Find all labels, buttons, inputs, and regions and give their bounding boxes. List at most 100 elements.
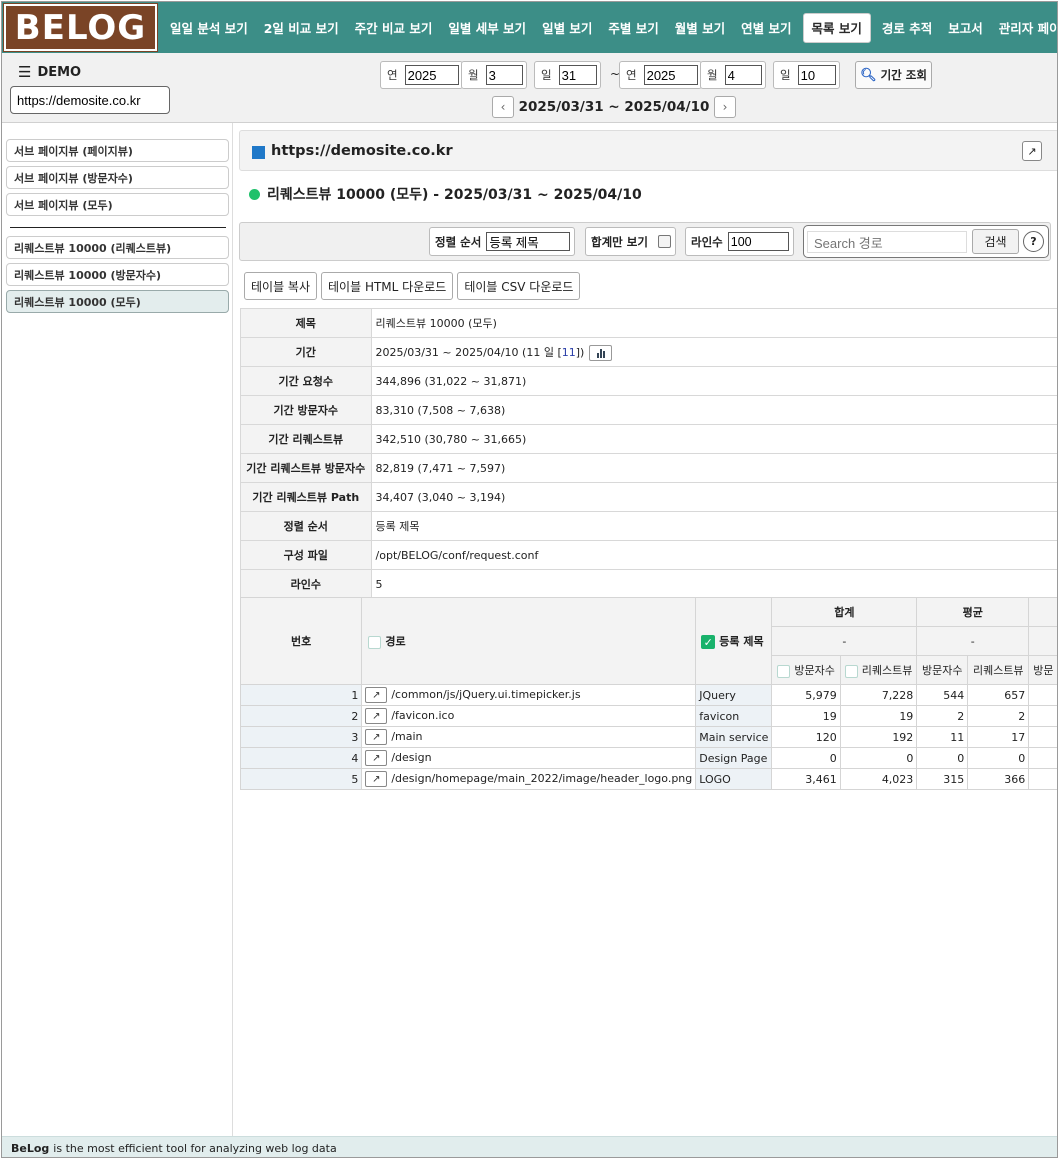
- end-month-input[interactable]: [724, 65, 762, 85]
- info-row: 제목 리퀘스트뷰 10000 (모두): [240, 308, 1057, 338]
- sidebar-item-request-visitors[interactable]: 리퀘스트뷰 10000 (방문자수): [6, 263, 229, 286]
- line-count-label: 라인수: [691, 234, 723, 249]
- period-value-tail: ]): [575, 345, 585, 359]
- col-header-path[interactable]: 경로: [361, 597, 697, 685]
- bar-chart-icon[interactable]: [589, 344, 613, 361]
- sort-order-group: 정렬 순서: [429, 227, 576, 256]
- path-text[interactable]: /main: [391, 730, 422, 743]
- col-header-visitors-cut[interactable]: 방문: [1028, 655, 1057, 685]
- info-value: 344,896 (31,022 ~ 31,871): [370, 366, 1057, 396]
- sort-order-input[interactable]: [486, 232, 571, 251]
- end-year-label: 연: [626, 68, 637, 82]
- table-row[interactable]: 2 ↗/favicon.ico favicon 19 19 2 2: [239, 705, 1057, 727]
- sidebar-item-request-requestview[interactable]: 리퀘스트뷰 10000 (리퀘스트뷰): [6, 236, 229, 259]
- info-key: 구성 파일: [240, 540, 372, 570]
- row-avg-requestviews: 2: [967, 705, 1030, 727]
- col-header-number[interactable]: 번호: [239, 597, 363, 685]
- avg-subheader: -: [916, 626, 1030, 656]
- col-header-avg-requestviews[interactable]: 리퀘스트뷰: [967, 655, 1030, 685]
- sidebar-item-subpage-visitors[interactable]: 서브 페이지뷰 (방문자수): [6, 166, 229, 189]
- totals-only-checkbox[interactable]: [657, 235, 671, 248]
- nav-weekly-compare[interactable]: 주간 비교 보기: [347, 13, 441, 43]
- nav-monthly[interactable]: 월별 보기: [667, 13, 733, 43]
- row-cut-cell: [1028, 768, 1057, 790]
- totals-only-group: 합계만 보기: [585, 227, 676, 256]
- end-year-input[interactable]: [643, 65, 698, 85]
- sidebar-item-request-all[interactable]: 리퀘스트뷰 10000 (모두): [6, 290, 229, 313]
- nav-admin[interactable]: 관리자 페이지: [991, 13, 1057, 43]
- row-sum-visitors: 3,461: [771, 768, 841, 790]
- copy-table-button[interactable]: 테이블 복사: [244, 272, 318, 300]
- nav-yearly[interactable]: 연별 보기: [733, 13, 799, 43]
- row-avg-requestviews: 366: [967, 768, 1030, 790]
- prev-period-button[interactable]: ‹: [492, 96, 514, 118]
- start-year-input[interactable]: [404, 65, 459, 85]
- trend-chart-icon[interactable]: ↗: [365, 687, 388, 703]
- trend-chart-icon[interactable]: ↗: [365, 729, 388, 745]
- site-url-input[interactable]: [10, 86, 170, 114]
- sum-visitors-checkbox[interactable]: [777, 664, 791, 678]
- col-header-sum-visitors[interactable]: 방문자수: [771, 655, 841, 685]
- trend-chart-icon[interactable]: ↗: [365, 708, 388, 724]
- row-avg-visitors: 11: [916, 726, 969, 748]
- sidebar-item-subpage-all[interactable]: 서브 페이지뷰 (모두): [6, 193, 229, 216]
- start-month-label: 월: [468, 68, 479, 82]
- nav-daily-analysis[interactable]: 일일 분석 보기: [162, 13, 256, 43]
- download-html-button[interactable]: 테이블 HTML 다운로드: [321, 272, 454, 300]
- row-avg-requestviews: 657: [967, 684, 1030, 706]
- day-count-link[interactable]: 11: [562, 346, 576, 359]
- nav-daily[interactable]: 일별 보기: [534, 13, 600, 43]
- start-year-label: 연: [387, 68, 398, 82]
- help-button[interactable]: ?: [1023, 231, 1044, 252]
- sum-requestviews-checkbox[interactable]: [844, 664, 858, 678]
- info-value: 5: [370, 569, 1057, 599]
- table-row[interactable]: 3 ↗/main Main service 120 192 11 17: [239, 726, 1057, 748]
- logo-text: BELOG: [14, 7, 147, 48]
- sidebar-item-subpage-pageview[interactable]: 서브 페이지뷰 (페이지뷰): [6, 139, 229, 162]
- nav-report[interactable]: 보고서: [940, 13, 991, 43]
- info-value: 342,510 (30,780 ~ 31,665): [370, 424, 1057, 454]
- period-search-button[interactable]: 🔍︎ 기간 조회: [855, 61, 932, 89]
- trend-chart-icon[interactable]: ↗: [365, 750, 388, 766]
- col-header-sum-requestviews[interactable]: 리퀘스트뷰: [839, 655, 918, 685]
- col-header-title[interactable]: ✓ 등록 제목: [695, 597, 773, 685]
- nav-path-trace[interactable]: 경로 추적: [874, 13, 940, 43]
- col-header-avg-visitors[interactable]: 방문자수: [916, 655, 969, 685]
- start-day-input[interactable]: [558, 65, 597, 85]
- row-cut-cell: [1028, 705, 1057, 727]
- start-month-input[interactable]: [485, 65, 523, 85]
- hamburger-menu-icon[interactable]: ☰: [18, 65, 31, 80]
- info-value-period: 2025/03/31 ~ 2025/04/10 (11 일 [11]): [370, 337, 1057, 367]
- next-period-button[interactable]: ›: [713, 96, 736, 118]
- nav-daily-detail[interactable]: 일별 세부 보기: [440, 13, 534, 43]
- path-column-checkbox[interactable]: [368, 635, 382, 649]
- nav-weekly[interactable]: 주별 보기: [600, 13, 666, 43]
- table-row[interactable]: 4 ↗/design Design Page 0 0 0 0: [239, 747, 1057, 769]
- path-search-input[interactable]: [807, 231, 967, 253]
- download-csv-button[interactable]: 테이블 CSV 다운로드: [457, 272, 581, 300]
- path-text[interactable]: /common/js/jQuery.ui.timepicker.js: [391, 688, 580, 701]
- row-title: LOGO: [695, 768, 773, 790]
- end-day-label: 일: [780, 68, 791, 82]
- sum-visitors-label: 방문자수: [794, 664, 835, 677]
- period-search-label: 기간 조회: [880, 68, 927, 82]
- trend-chart-icon[interactable]: ↗: [365, 771, 388, 787]
- line-count-input[interactable]: [727, 232, 789, 251]
- site-menu[interactable]: ☰ DEMO: [18, 65, 81, 81]
- end-month-group: 월: [700, 61, 766, 89]
- open-external-button[interactable]: ↗: [1022, 141, 1042, 161]
- row-avg-visitors: 315: [916, 768, 969, 790]
- belog-logo[interactable]: BELOG: [3, 3, 158, 52]
- nav-two-day-compare[interactable]: 2일 비교 보기: [256, 13, 347, 43]
- title-column-checkbox[interactable]: ✓: [701, 635, 716, 649]
- row-title: JQuery: [695, 684, 773, 706]
- path-text[interactable]: /favicon.ico: [391, 709, 454, 722]
- end-day-input[interactable]: [797, 65, 836, 85]
- top-navbar: BELOG 일일 분석 보기 2일 비교 보기 주간 비교 보기 일별 세부 보…: [2, 2, 1057, 53]
- table-row[interactable]: 1 ↗/common/js/jQuery.ui.timepicker.js JQ…: [239, 684, 1057, 706]
- path-search-button[interactable]: 검색: [972, 229, 1019, 254]
- table-row[interactable]: 5 ↗/design/homepage/main_2022/image/head…: [239, 768, 1057, 790]
- path-text[interactable]: /design: [391, 751, 431, 764]
- nav-list-view[interactable]: 목록 보기: [802, 12, 871, 43]
- path-text[interactable]: /design/homepage/main_2022/image/header_…: [391, 772, 692, 785]
